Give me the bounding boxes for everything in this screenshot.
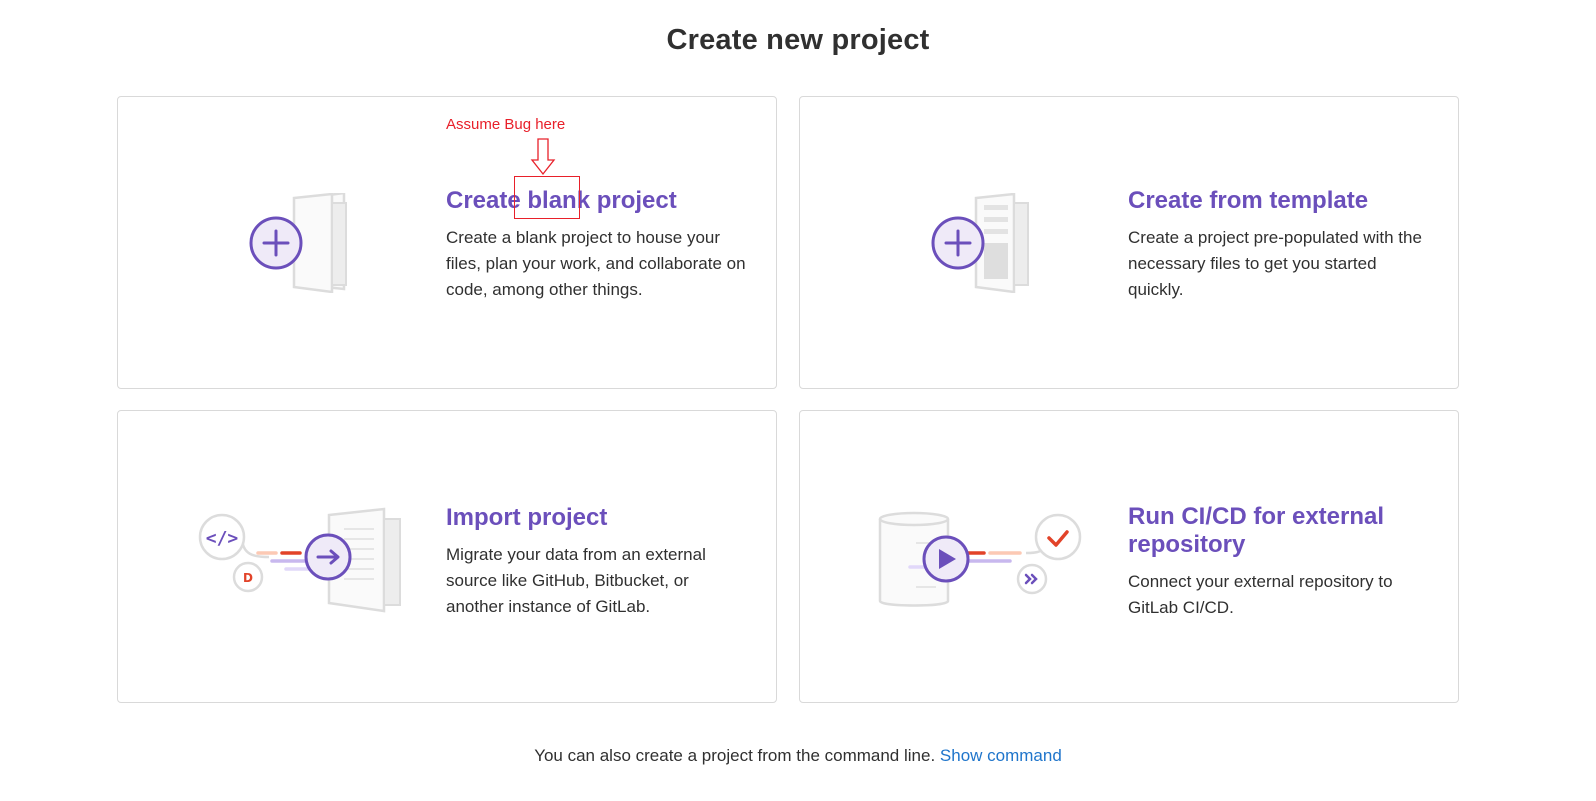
show-command-link[interactable]: Show command: [940, 746, 1062, 765]
annotation-label: Assume Bug here: [446, 116, 566, 133]
card-title[interactable]: Import project: [446, 504, 746, 532]
create-blank-project-card[interactable]: Create blank project Create a blank proj…: [117, 96, 777, 389]
import-project-card[interactable]: </> D Import project Migrate your data f…: [117, 410, 777, 703]
run-ci-cd-card[interactable]: Run CI/CD for external repository Connec…: [799, 410, 1459, 703]
template-project-illustration: [931, 193, 1029, 293]
page-title: Create new project: [666, 24, 930, 56]
create-from-template-card[interactable]: Create from template Create a project pr…: [799, 96, 1459, 389]
card-title[interactable]: Run CI/CD for external repository: [1128, 503, 1428, 559]
card-description: Create a blank project to house your fil…: [446, 228, 746, 299]
svg-text:</>: </>: [206, 528, 239, 549]
card-description: Connect your external repository to GitL…: [1128, 572, 1393, 617]
svg-text:D: D: [243, 571, 253, 585]
annotation-highlight-box: [514, 176, 580, 219]
blank-project-illustration: [249, 193, 347, 293]
ci-cd-project-illustration: [878, 511, 1082, 607]
down-arrow-icon: [530, 138, 556, 176]
command-line-hint: You can also create a project from the c…: [0, 746, 1596, 766]
card-description: Create a project pre-populated with the …: [1128, 228, 1422, 299]
card-description: Migrate your data from an external sourc…: [446, 545, 706, 616]
card-title[interactable]: Create from template: [1128, 187, 1428, 215]
card-title[interactable]: Create blank project: [446, 187, 746, 215]
command-line-hint-text: You can also create a project from the c…: [534, 746, 936, 765]
import-project-illustration: </> D: [198, 507, 401, 613]
